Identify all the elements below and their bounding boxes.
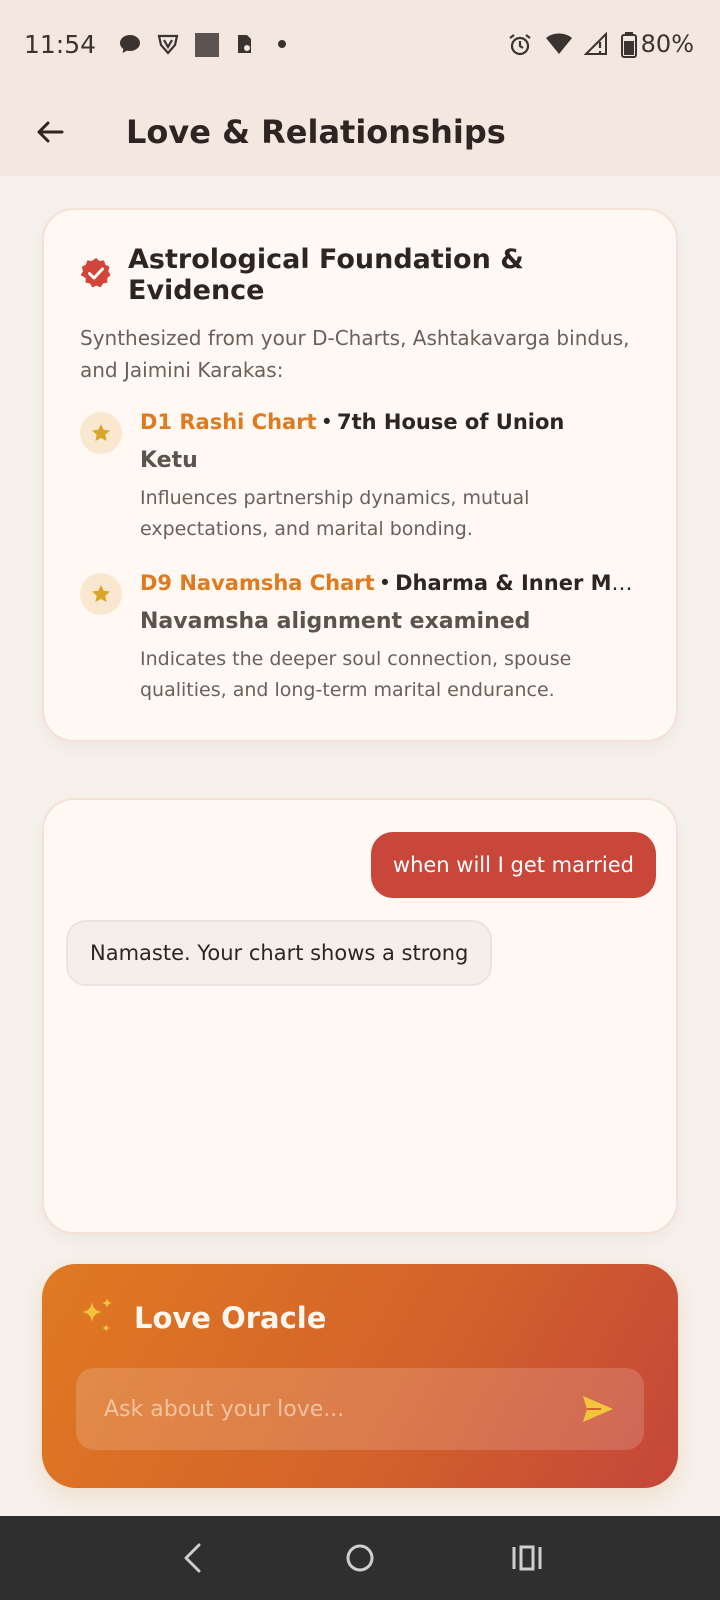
vpn-shield-icon [156, 32, 180, 56]
evidence-description: Influences partnership dynamics, mutual … [140, 487, 530, 540]
app-bar: Love & Relationships [0, 88, 720, 176]
oracle-question-input[interactable] [104, 1396, 544, 1422]
clipboard-icon [232, 32, 256, 56]
recents-button[interactable] [497, 1528, 557, 1588]
chat-panel[interactable]: when will I get married Namaste. Your ch… [42, 798, 678, 1234]
evidence-chart: D9 Navamsha Chart [140, 571, 375, 595]
evidence-description: Indicates the deeper soul connection, sp… [140, 648, 572, 701]
status-bar: 11:54 80% [0, 0, 720, 88]
evidence-chart: D1 Rashi Chart [140, 410, 317, 434]
foundation-subtitle: Synthesized from your D-Charts, Ashtakav… [80, 326, 630, 382]
evidence-title-line: D1 Rashi Chart • 7th House of Union [140, 410, 642, 434]
nav-back-button[interactable] [163, 1528, 223, 1588]
alarm-icon [507, 32, 531, 56]
evidence-item: D9 Navamsha Chart•Dharma & Inner Marital… [80, 571, 644, 706]
battery-indicator: 80% [620, 30, 694, 58]
evidence-heading: Navamsha alignment examined [140, 609, 531, 634]
send-button[interactable] [578, 1389, 618, 1429]
dot-icon [270, 32, 294, 56]
page-title: Love & Relationships [126, 113, 506, 151]
user-message-bubble: when will I get married [370, 832, 656, 898]
square-app-icon [194, 32, 220, 57]
sparkles-icon [76, 1296, 116, 1340]
battery-icon [620, 32, 637, 58]
star-icon [92, 424, 110, 441]
evidence-house: Dharma & Inner Marital Strength [395, 571, 644, 595]
nav-back-icon [184, 1543, 201, 1573]
chat-bubble-icon [118, 32, 142, 56]
send-icon [583, 1396, 613, 1422]
arrow-left-icon [37, 121, 64, 143]
star-badge [80, 412, 122, 454]
evidence-title-line: D9 Navamsha Chart•Dharma & Inner Marital… [140, 571, 644, 595]
back-button[interactable] [22, 104, 78, 160]
home-button[interactable] [330, 1528, 390, 1588]
status-time: 11:54 [24, 29, 97, 59]
foundation-title: Astrological Foundation & Evidence [128, 244, 524, 306]
ai-message-bubble: Namaste. Your chart shows a strong [66, 920, 493, 986]
signal-icon [583, 31, 607, 56]
star-icon [92, 585, 110, 602]
oracle-title: Love Oracle [134, 1301, 327, 1335]
evidence-house: 7th House of Union [336, 410, 565, 434]
evidence-heading: Ketu [140, 448, 198, 473]
verified-badge-icon [80, 257, 112, 293]
evidence-item: D1 Rashi Chart • 7th House of Union Ketu I… [80, 410, 642, 545]
home-icon [346, 1544, 374, 1572]
astrological-foundation-card: Astrological Foundation & Evidence Synth… [42, 208, 678, 742]
oracle-input-container [76, 1368, 644, 1450]
star-badge [80, 573, 122, 615]
evidence-separator: • [378, 571, 392, 595]
system-nav-bar [0, 1516, 720, 1600]
wifi-icon [545, 32, 572, 56]
recents-icon [512, 1545, 542, 1571]
evidence-separator: • [320, 410, 333, 434]
battery-percent: 80% [640, 30, 694, 58]
love-oracle-panel: Love Oracle [42, 1264, 678, 1488]
